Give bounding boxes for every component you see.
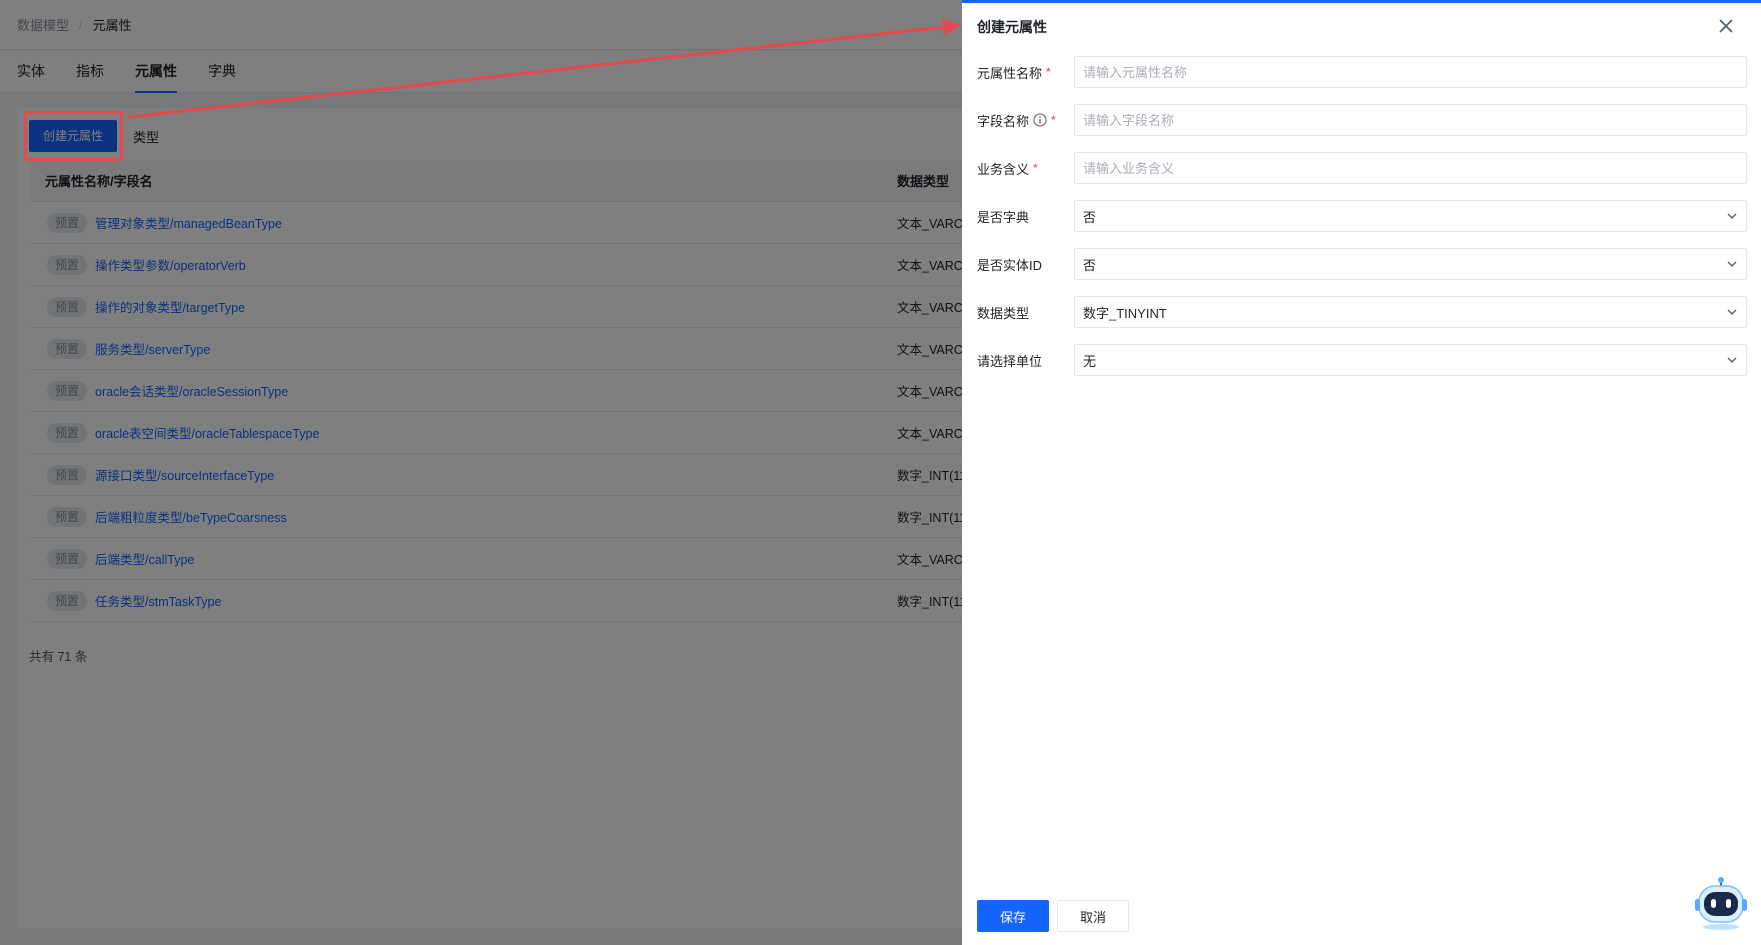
is-dict-label: 是否字典	[977, 209, 1030, 225]
field-name-label: 字段名称	[977, 113, 1030, 129]
required-mark: *	[1033, 161, 1038, 175]
unit-value: 无	[1083, 353, 1097, 369]
form-row-field-name: 字段名称 *	[977, 104, 1757, 136]
form-row-is-entity-id: 是否实体ID 否	[977, 248, 1757, 280]
is-dict-value: 否	[1083, 209, 1097, 225]
form-row-unit: 请选择单位 无	[977, 344, 1757, 376]
unit-select[interactable]: 无	[1074, 344, 1747, 376]
data-type-value: 数字_TINYINT	[1083, 305, 1167, 321]
data-type-label: 数据类型	[977, 305, 1030, 321]
drawer-footer: 保存 取消	[977, 900, 1129, 932]
is-entity-id-value: 否	[1083, 257, 1097, 273]
required-mark: *	[1051, 113, 1056, 127]
close-icon[interactable]	[1717, 17, 1735, 35]
attr-name-input[interactable]	[1074, 56, 1747, 88]
data-type-select[interactable]: 数字_TINYINT	[1074, 296, 1747, 328]
biz-meaning-label: 业务含义	[977, 161, 1030, 177]
drawer-title: 创建元属性	[977, 19, 1047, 35]
is-dict-select[interactable]: 否	[1074, 200, 1747, 232]
form-row-is-dict: 是否字典 否	[977, 200, 1757, 232]
chevron-down-icon	[1727, 261, 1737, 267]
cancel-button[interactable]: 取消	[1057, 900, 1129, 932]
chevron-down-icon	[1727, 357, 1737, 363]
create-meta-attribute-drawer: 创建元属性 元属性名称 * 字段名称 * 业务含义 * 是否字典	[962, 0, 1761, 945]
field-name-input[interactable]	[1074, 104, 1747, 136]
info-icon[interactable]	[1033, 113, 1047, 127]
form-row-attr-name: 元属性名称 *	[977, 56, 1757, 88]
chevron-down-icon	[1727, 309, 1737, 315]
form-row-biz-meaning: 业务含义 *	[977, 152, 1757, 184]
save-button[interactable]: 保存	[977, 900, 1049, 932]
attr-name-label: 元属性名称	[977, 65, 1043, 81]
form-row-data-type: 数据类型 数字_TINYINT	[977, 296, 1757, 328]
robot-assistant-icon[interactable]	[1693, 875, 1749, 931]
required-mark: *	[1046, 65, 1051, 79]
annotation-highlight-box	[24, 111, 123, 161]
is-entity-id-label: 是否实体ID	[977, 257, 1043, 273]
is-entity-id-select[interactable]: 否	[1074, 248, 1747, 280]
chevron-down-icon	[1727, 213, 1737, 219]
unit-label: 请选择单位	[977, 353, 1043, 369]
biz-meaning-input[interactable]	[1074, 152, 1747, 184]
